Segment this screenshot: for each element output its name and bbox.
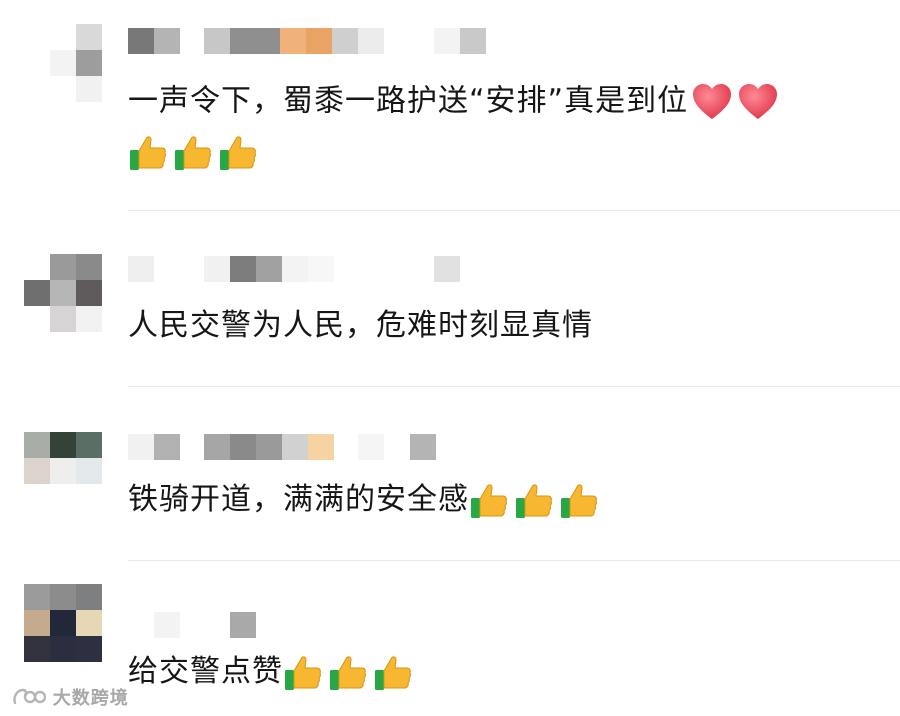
- divider: [128, 210, 900, 211]
- thumbs-up-icon: [471, 484, 507, 518]
- avatar[interactable]: [24, 584, 102, 662]
- red-heart-icon: [739, 84, 778, 119]
- username-blurred[interactable]: [128, 434, 448, 460]
- thumbs-up-icon: [220, 135, 256, 170]
- thumbs-up-icon: [330, 656, 366, 690]
- red-heart-icon: [693, 84, 732, 119]
- comment-text: 给交警点赞: [128, 652, 418, 693]
- watermark: 大数跨境: [12, 684, 129, 710]
- divider: [128, 386, 900, 387]
- comment-text-content: 人民交警为人民，危难时刻显真情: [128, 308, 593, 343]
- watermark-text: 大数跨境: [52, 688, 129, 709]
- emoji-line: [128, 132, 263, 173]
- comment-text-content: 给交警点赞: [128, 654, 283, 689]
- comment-text: 一声令下，蜀黍一路护送“安排”真是到位: [128, 80, 780, 124]
- comment-text-content: 一声令下，蜀黍一路护送“安排”真是到位: [128, 83, 689, 119]
- thumbs-up-icon: [375, 656, 411, 690]
- avatar[interactable]: [24, 432, 102, 510]
- avatar[interactable]: [24, 254, 102, 332]
- thumbs-up-icon: [561, 484, 597, 518]
- username-blurred[interactable]: [128, 28, 488, 54]
- comment-text: 铁骑开道，满满的安全感: [128, 480, 604, 521]
- divider: [128, 560, 900, 561]
- thumbs-up-icon: [130, 135, 166, 170]
- comment-text: 人民交警为人民，危难时刻显真情: [128, 306, 593, 346]
- avatar[interactable]: [24, 24, 102, 102]
- thumbs-up-icon: [516, 484, 552, 518]
- username-blurred[interactable]: [128, 612, 268, 638]
- thumbs-up-icon: [175, 135, 211, 170]
- thumbs-up-icon: [285, 656, 321, 690]
- username-blurred[interactable]: [128, 256, 468, 282]
- comment-text-content: 铁骑开道，满满的安全感: [128, 482, 469, 517]
- brand-logo-icon: [13, 688, 46, 705]
